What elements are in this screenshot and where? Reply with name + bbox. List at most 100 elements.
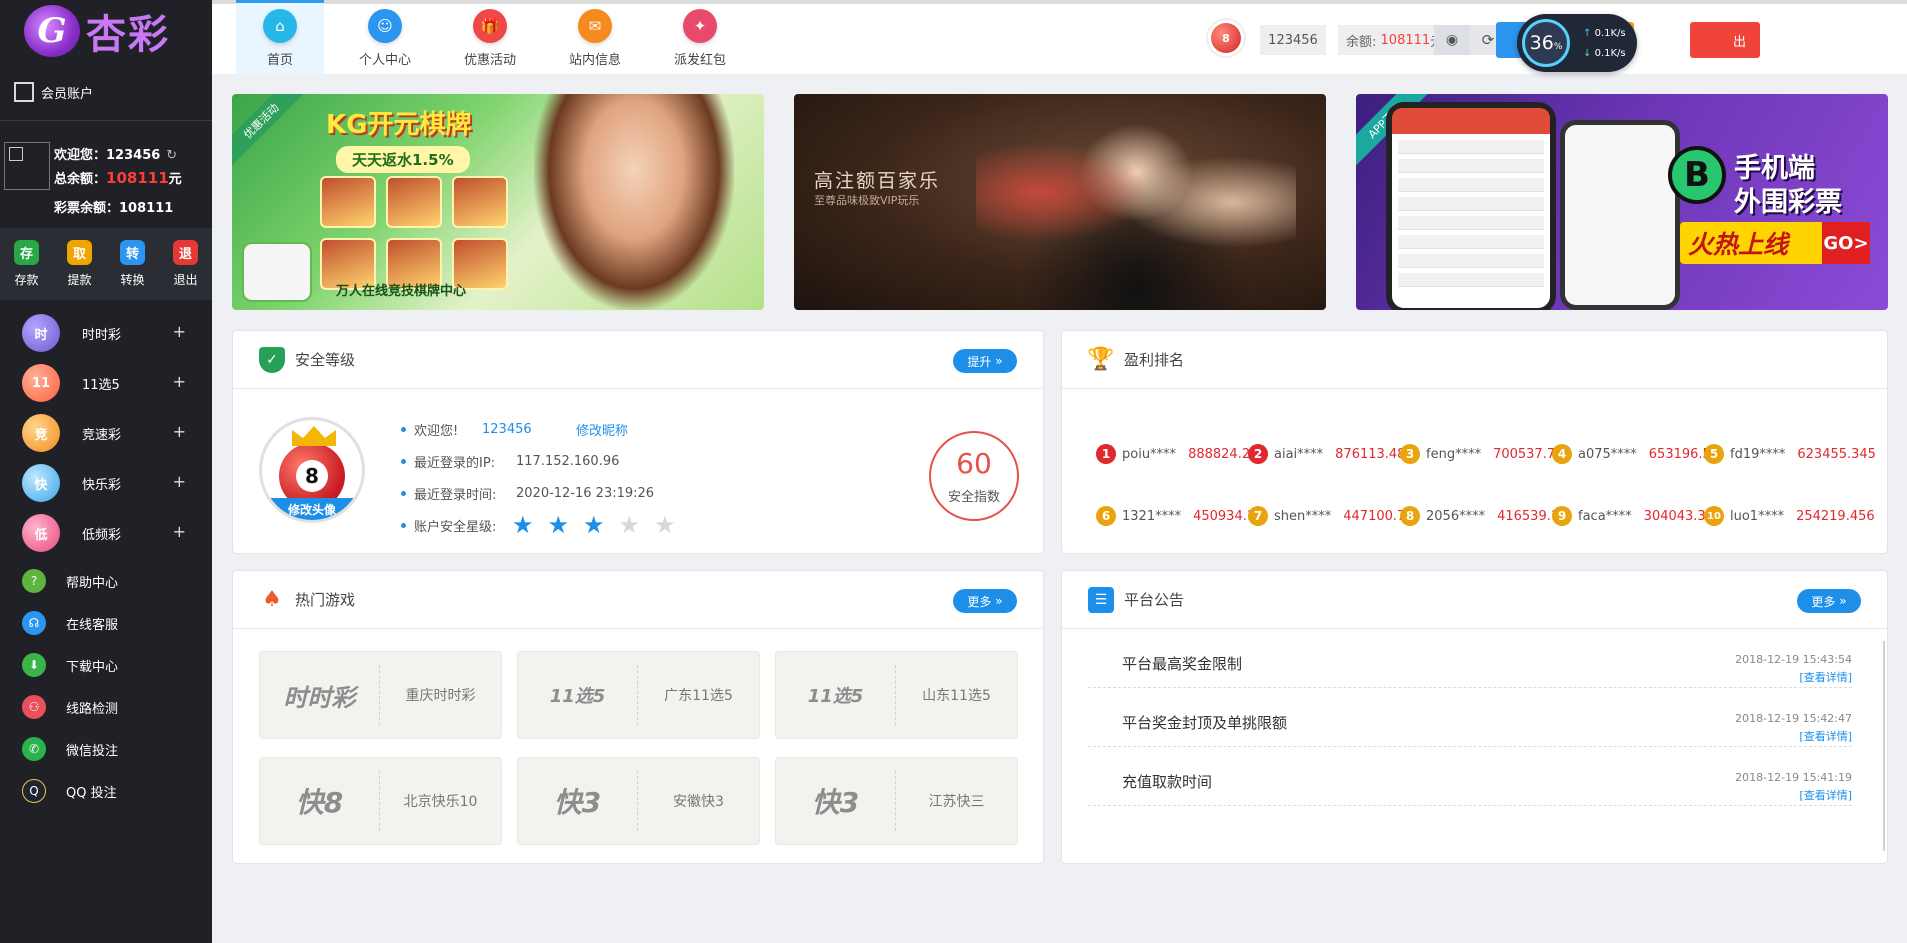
phone-mockup-back-image <box>1560 120 1680 310</box>
security-stars: ★ ★ ★ ★ ★ <box>512 513 676 537</box>
sidebar-item-download[interactable]: ⬇ 下载中心 <box>0 644 212 686</box>
ranking-item: 6 1321**** 450934.15 <box>1096 485 1263 547</box>
quick-deposit[interactable]: 存 存款 <box>0 228 53 300</box>
game-card-jsk3[interactable]: 快3 江苏快三 <box>775 757 1018 845</box>
avatar[interactable]: 8 <box>1206 18 1246 58</box>
notice-item-title[interactable]: 平台奖金封顶及单挑限额 <box>1122 712 1287 733</box>
member-account[interactable]: 会员账户 <box>14 82 93 102</box>
notice-item-title[interactable]: 充值取款时间 <box>1122 771 1212 792</box>
sidebar-item-wechat[interactable]: ✆ 微信投注 <box>0 728 212 770</box>
edit-nickname-link[interactable]: 修改昵称 <box>576 420 628 439</box>
phone-mockup-image <box>1386 102 1556 310</box>
headset-icon: ☊ <box>22 611 46 635</box>
notice-scrollbar[interactable] <box>1883 641 1885 851</box>
banner-app-download[interactable]: APP下载 B 手机端 外围彩票 火热上线 GO> <box>1356 94 1888 310</box>
security-title: 安全等级 <box>295 351 356 369</box>
banner-baccarat[interactable]: 高注额百家乐 至尊品味极致VIP玩乐 <box>794 94 1326 310</box>
tab-home[interactable]: ⌂ 首页 <box>236 0 324 74</box>
expand-plus-icon[interactable]: + <box>173 422 186 441</box>
red-packet-icon: ✦ <box>683 9 717 43</box>
sidebar-item-ssc[interactable]: 时 时时彩 + <box>0 308 212 358</box>
view-details-link[interactable]: [查看详情] <box>1799 669 1852 685</box>
ranking-item: 2 aiai**** 876113.487 <box>1248 423 1414 485</box>
sidebar-item-support[interactable]: ☊ 在线客服 <box>0 602 212 644</box>
game-card-ahk3[interactable]: 快3 安徽快3 <box>517 757 760 845</box>
rank-name: feng**** <box>1426 446 1482 462</box>
tab-profile[interactable]: ☺ 个人中心 <box>341 4 429 74</box>
withdraw-icon: 取 <box>67 240 92 265</box>
view-details-link[interactable]: [查看详情] <box>1799 728 1852 744</box>
network-percent: 36% <box>1522 19 1570 67</box>
refresh-icon[interactable]: ↻ <box>166 148 177 163</box>
upgrade-button[interactable]: 提升 » <box>953 349 1017 373</box>
expand-plus-icon[interactable]: + <box>173 322 186 341</box>
game-card-cqssc[interactable]: 时时彩 重庆时时彩 <box>259 651 502 739</box>
banner-kg-chess[interactable]: 优惠活动 KG开元棋牌 天天返水1.5% 万人在线竞技棋牌中心 <box>232 94 764 310</box>
sidebar-item-happy[interactable]: 快 快乐彩 + <box>0 458 212 508</box>
brand-logo[interactable]: G 杏彩 <box>24 4 194 58</box>
rank-name: fd19**** <box>1730 446 1786 462</box>
notice-header: ☰ 平台公告 更多 » <box>1062 571 1887 629</box>
go-button[interactable]: GO> <box>1822 222 1870 264</box>
tab-label: 个人中心 <box>358 53 411 68</box>
tab-promotions[interactable]: 🎁 优惠活动 <box>446 4 534 74</box>
sidebar-item-qq[interactable]: Q QQ 投注 <box>0 770 212 812</box>
member-checkbox-icon[interactable] <box>14 82 34 102</box>
rank-badge-icon: 7 <box>1248 506 1268 526</box>
lottery-balance-line: 彩票余额：108111 <box>54 197 173 216</box>
logout-button[interactable]: 出 <box>1690 22 1760 58</box>
total-label: 总余额： <box>54 172 107 187</box>
sidebar-item-racing[interactable]: 竞 竞速彩 + <box>0 408 212 458</box>
star-filled-icon: ★ <box>512 511 534 539</box>
tab-red-packet[interactable]: ✦ 派发红包 <box>656 4 744 74</box>
game-card-bjkl10[interactable]: 快8 北京快乐10 <box>259 757 502 845</box>
expand-plus-icon[interactable]: + <box>173 472 186 491</box>
score-value: 60 <box>956 447 992 480</box>
sidebar-item-help[interactable]: ? 帮助中心 <box>0 560 212 602</box>
eye-icon[interactable]: ◉ <box>1434 25 1470 55</box>
expand-plus-icon[interactable]: + <box>173 372 186 391</box>
view-details-link[interactable]: [查看详情] <box>1799 787 1852 803</box>
11x5-logo-icon: 11选5 <box>518 665 638 725</box>
quick-transfer-label: 转换 <box>120 273 145 287</box>
sidebar-item-11x5[interactable]: 11 11选5 + <box>0 358 212 408</box>
list-item[interactable]: 平台最高奖金限制 2018-12-19 15:43:54 [查看详情] <box>1088 629 1852 688</box>
stars-label: 账户安全星级: <box>414 519 497 535</box>
game-card-gd11x5[interactable]: 11选5 广东11选5 <box>517 651 760 739</box>
games-more-button[interactable]: 更多 » <box>953 589 1017 613</box>
notice-item-title[interactable]: 平台最高奖金限制 <box>1122 653 1242 674</box>
quick-transfer[interactable]: 转 转换 <box>106 228 159 300</box>
games-header: ♠ 热门游戏 更多 » <box>233 571 1043 629</box>
network-speed-widget[interactable]: 36% ↑ 0.1K/s ↓ 0.1K/s <box>1517 14 1637 72</box>
list-item[interactable]: 平台奖金封顶及单挑限额 2018-12-19 15:42:47 [查看详情] <box>1088 688 1852 747</box>
change-avatar-button[interactable]: 修改头像 <box>262 498 362 520</box>
rank-badge-icon: 4 <box>1552 444 1572 464</box>
notice-more-button[interactable]: 更多 » <box>1797 589 1861 613</box>
ranking-row: 1 poiu**** 888824.25 2 aiai**** 876113.487 3… <box>1096 423 1886 485</box>
list-item[interactable]: 充值取款时间 2018-12-19 15:41:19 [查看详情] <box>1088 747 1852 806</box>
sidebar-item-label: 低频彩 <box>82 527 122 543</box>
ranking-grid: 1 poiu**** 888824.25 2 aiai**** 876113.487 3… <box>1096 423 1886 547</box>
balance-label: 余额: <box>1346 34 1377 50</box>
expand-plus-icon[interactable]: + <box>173 522 186 541</box>
game-card-sd11x5[interactable]: 11选5 山东11选5 <box>775 651 1018 739</box>
ball-8-icon: 8 <box>1211 23 1241 53</box>
profile-avatar[interactable]: 8 修改头像 <box>259 417 365 523</box>
tab-messages[interactable]: ✉ 站内信息 <box>551 4 639 74</box>
ssc-icon: 时 <box>22 314 60 352</box>
quick-logout[interactable]: 退 退出 <box>159 228 212 300</box>
crown-icon <box>292 426 336 446</box>
sidebar-item-lowfreq[interactable]: 低 低频彩 + <box>0 508 212 558</box>
game-name: 山东11选5 <box>922 688 991 704</box>
rank-name: 1321**** <box>1122 508 1182 524</box>
service-menu: ? 帮助中心 ☊ 在线客服 ⬇ 下载中心 ⚇ 线路检测 ✆ 微信投注 Q QQ … <box>0 560 212 812</box>
games-title: 热门游戏 <box>295 591 356 609</box>
announcement-icon: ☰ <box>1088 586 1114 613</box>
sidebar-item-line-check[interactable]: ⚇ 线路检测 <box>0 686 212 728</box>
user-id: 123456 <box>1260 25 1326 55</box>
sidebar-item-label: 帮助中心 <box>66 575 119 591</box>
banner-slogan: 万人在线竞技棋牌中心 <box>336 284 467 299</box>
quick-withdraw[interactable]: 取 提款 <box>53 228 106 300</box>
upload-speed: ↑ 0.1K/s <box>1583 28 1626 39</box>
sidebar-item-label: 竞速彩 <box>82 427 122 443</box>
